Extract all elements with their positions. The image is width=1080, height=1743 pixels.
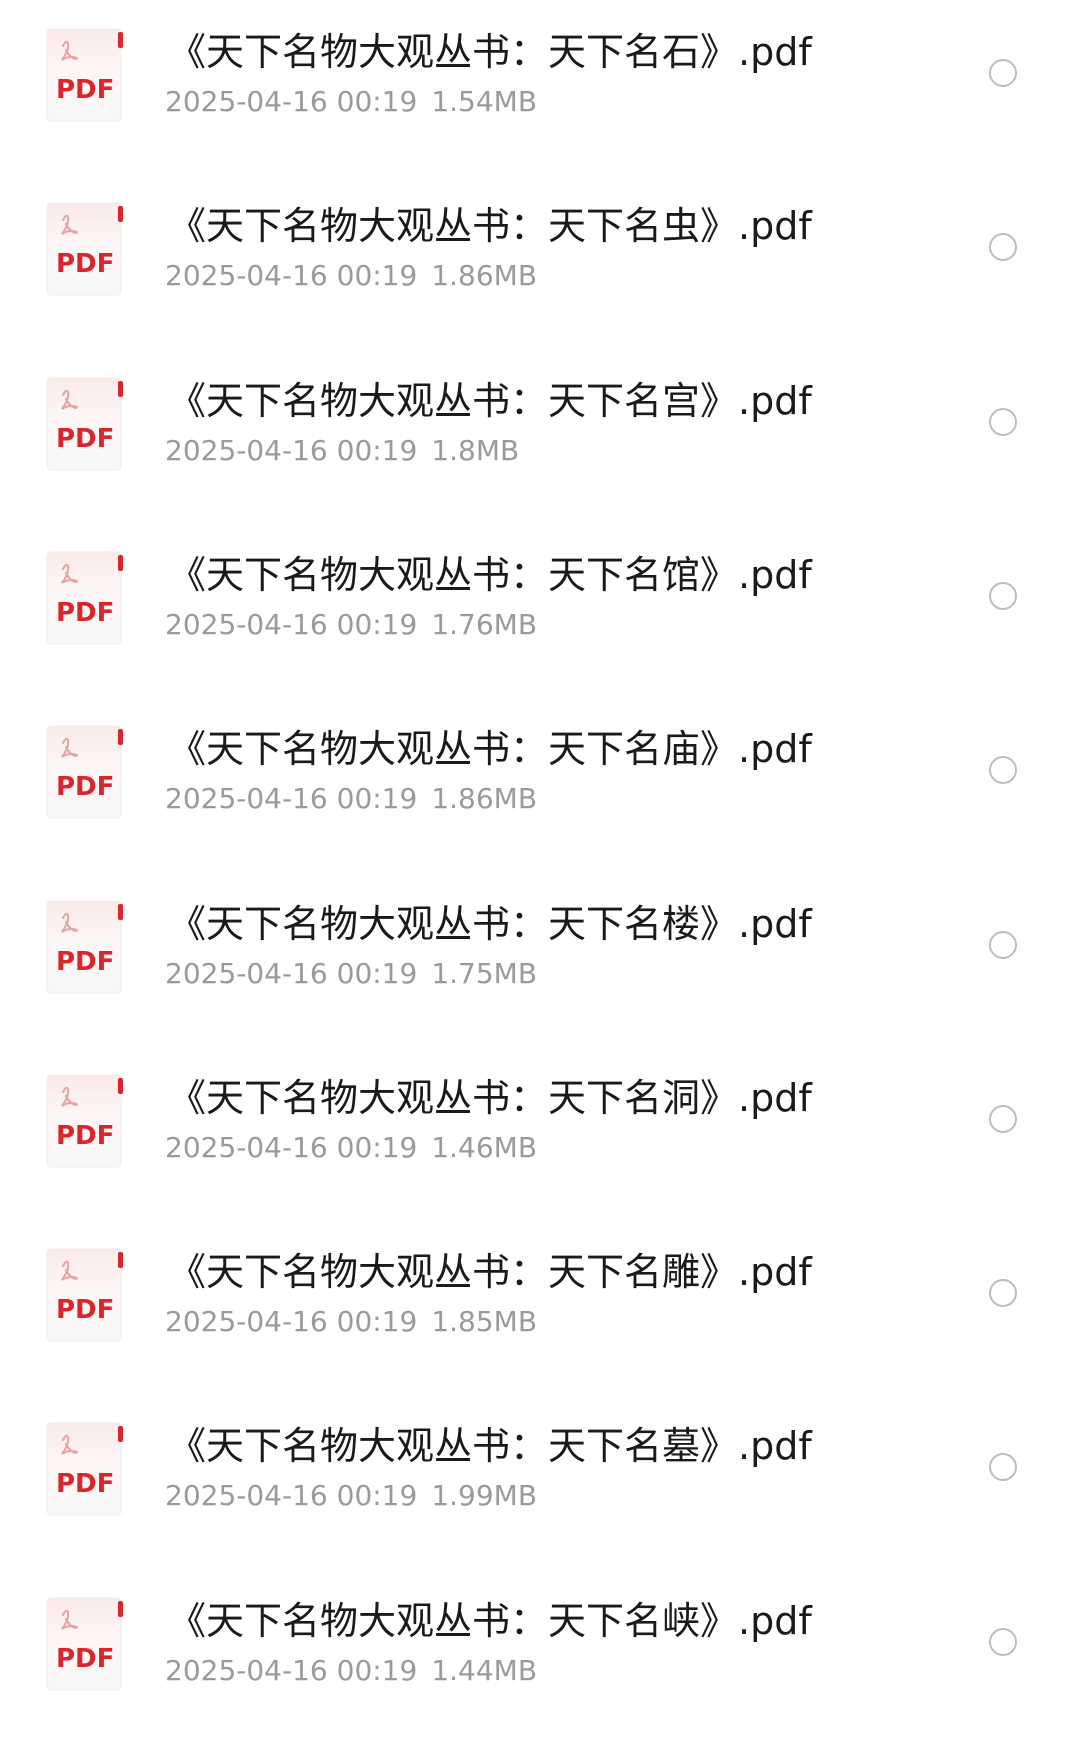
select-radio-button[interactable] [989,59,1017,87]
pdf-file-icon: PDF [46,202,126,298]
file-meta: 2025-04-16 00:19 1.8MB [165,431,519,471]
pdf-icon-label: PDF [56,424,114,454]
file-meta: 2025-04-16 00:19 1.76MB [165,605,537,645]
pdf-icon-label: PDF [56,1121,114,1151]
select-radio-button[interactable] [989,582,1017,610]
pdf-icon-label: PDF [56,772,114,802]
file-size: 1.85MB [431,1305,538,1338]
pdf-file-icon: PDF [46,1422,126,1518]
select-radio-button[interactable] [989,1279,1017,1307]
pdf-file-icon: PDF [46,725,126,821]
file-name: 《天下名物大观丛书：天下名墓》.pdf [168,1424,812,1468]
file-date: 2025-04-16 00:19 [165,1305,418,1338]
file-date: 2025-04-16 00:19 [165,1131,418,1164]
file-name: 《天下名物大观丛书：天下名馆》.pdf [168,553,812,597]
file-name: 《天下名物大观丛书：天下名虫》.pdf [168,204,812,248]
pdf-icon-label: PDF [56,947,114,977]
file-meta: 2025-04-16 00:19 1.46MB [165,1128,537,1168]
file-size: 1.76MB [431,608,538,641]
select-radio-button[interactable] [989,1453,1017,1481]
file-size: 1.99MB [431,1479,538,1512]
file-meta: 2025-04-16 00:19 1.99MB [165,1476,537,1516]
file-row[interactable]: PDF 《天下名物大观丛书：天下名石》.pdf 2025-04-16 00:19… [0,0,1080,174]
file-name: 《天下名物大观丛书：天下名石》.pdf [168,30,812,74]
pdf-file-icon: PDF [46,377,126,473]
pdf-icon-label: PDF [56,75,114,105]
file-date: 2025-04-16 00:19 [165,608,418,641]
file-size: 1.8MB [431,434,520,467]
pdf-file-icon: PDF [46,551,126,647]
file-size: 1.86MB [431,782,538,815]
select-radio-button[interactable] [989,1628,1017,1656]
pdf-icon-label: PDF [56,1469,114,1499]
file-meta: 2025-04-16 00:19 1.86MB [165,256,537,296]
file-meta: 2025-04-16 00:19 1.86MB [165,779,537,819]
file-meta: 2025-04-16 00:19 1.75MB [165,954,537,994]
file-row[interactable]: PDF 《天下名物大观丛书：天下名宫》.pdf 2025-04-16 00:19… [0,349,1080,523]
pdf-icon-label: PDF [56,598,114,628]
file-name: 《天下名物大观丛书：天下名庙》.pdf [168,727,812,771]
file-row[interactable]: PDF 《天下名物大观丛书：天下名墓》.pdf 2025-04-16 00:19… [0,1394,1080,1568]
select-radio-button[interactable] [989,756,1017,784]
file-row[interactable]: PDF 《天下名物大观丛书：天下名庙》.pdf 2025-04-16 00:19… [0,697,1080,871]
file-name: 《天下名物大观丛书：天下名楼》.pdf [168,902,812,946]
file-size: 1.54MB [431,85,538,118]
file-date: 2025-04-16 00:19 [165,957,418,990]
file-meta: 2025-04-16 00:19 1.44MB [165,1651,537,1691]
file-date: 2025-04-16 00:19 [165,1479,418,1512]
file-name: 《天下名物大观丛书：天下名峡》.pdf [168,1599,812,1643]
file-date: 2025-04-16 00:19 [165,1654,418,1687]
file-row[interactable]: PDF 《天下名物大观丛书：天下名楼》.pdf 2025-04-16 00:19… [0,872,1080,1046]
file-meta: 2025-04-16 00:19 1.85MB [165,1302,537,1342]
file-date: 2025-04-16 00:19 [165,259,418,292]
pdf-file-icon: PDF [46,900,126,996]
select-radio-button[interactable] [989,408,1017,436]
file-meta: 2025-04-16 00:19 1.54MB [165,82,537,122]
file-row[interactable]: PDF 《天下名物大观丛书：天下名洞》.pdf 2025-04-16 00:19… [0,1046,1080,1220]
pdf-file-icon: PDF [46,1074,126,1170]
file-size: 1.44MB [431,1654,538,1687]
file-row[interactable]: PDF 《天下名物大观丛书：天下名峡》.pdf 2025-04-16 00:19… [0,1569,1080,1743]
file-date: 2025-04-16 00:19 [165,85,418,118]
file-row[interactable]: PDF 《天下名物大观丛书：天下名虫》.pdf 2025-04-16 00:19… [0,174,1080,348]
file-name: 《天下名物大观丛书：天下名宫》.pdf [168,379,812,423]
file-size: 1.46MB [431,1131,538,1164]
file-name: 《天下名物大观丛书：天下名洞》.pdf [168,1076,812,1120]
pdf-file-icon: PDF [46,1597,126,1693]
file-date: 2025-04-16 00:19 [165,782,418,815]
select-radio-button[interactable] [989,233,1017,261]
file-name: 《天下名物大观丛书：天下名雕》.pdf [168,1250,812,1294]
pdf-icon-label: PDF [56,1295,114,1325]
pdf-icon-label: PDF [56,249,114,279]
file-date: 2025-04-16 00:19 [165,434,418,467]
file-row[interactable]: PDF 《天下名物大观丛书：天下名馆》.pdf 2025-04-16 00:19… [0,523,1080,697]
pdf-icon-label: PDF [56,1644,114,1674]
file-size: 1.86MB [431,259,538,292]
pdf-file-icon: PDF [46,1248,126,1344]
select-radio-button[interactable] [989,1105,1017,1133]
file-size: 1.75MB [431,957,538,990]
select-radio-button[interactable] [989,931,1017,959]
pdf-file-icon: PDF [46,28,126,124]
file-list: PDF 《天下名物大观丛书：天下名石》.pdf 2025-04-16 00:19… [0,0,1080,1703]
file-row[interactable]: PDF 《天下名物大观丛书：天下名雕》.pdf 2025-04-16 00:19… [0,1220,1080,1394]
